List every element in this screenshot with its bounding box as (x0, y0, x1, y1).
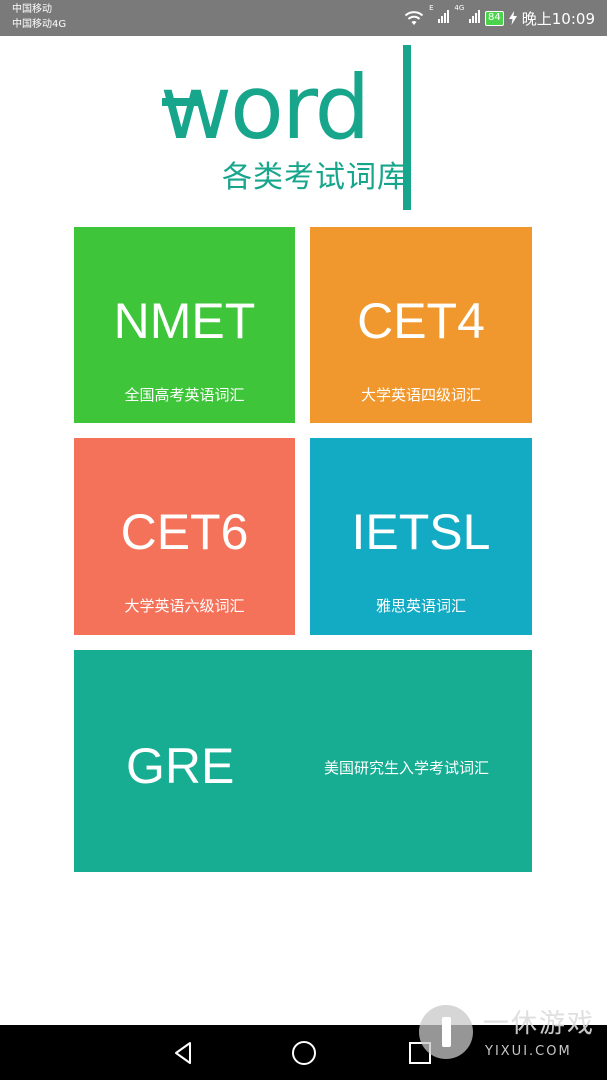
network-type-1: E (429, 4, 434, 12)
signal-2: 4G (454, 4, 481, 27)
home-circle-icon[interactable] (288, 1037, 320, 1069)
tile-subtitle: 美国研究生入学考试词汇 (324, 759, 490, 777)
network-type-2: 4G (454, 4, 465, 12)
tile-title: CET6 (120, 504, 249, 560)
back-triangle-icon[interactable] (168, 1037, 200, 1069)
signal-bars-2-icon (469, 10, 481, 23)
signal-1: E (429, 4, 450, 27)
tile-subtitle: 全国高考英语词汇 (124, 386, 245, 404)
app-logo: word 各类考试词库 (160, 40, 460, 220)
tile-cet4[interactable]: CET4 大学英语四级词汇 (310, 227, 532, 423)
tile-subtitle: 大学英语六级词汇 (124, 597, 245, 615)
watermark: 一休游戏 YIXUI.COM (415, 995, 600, 1075)
status-indicators: E 4G 84 晚上10:09 (404, 4, 595, 28)
battery-indicator: 84 (485, 10, 504, 26)
watermark-logo-icon (419, 1005, 473, 1059)
tile-subtitle: 雅思英语词汇 (375, 597, 466, 615)
status-bar: 中国移动 中国移动4G E 4G 84 晚上10:09 (0, 0, 607, 36)
tile-title: CET4 (357, 293, 485, 349)
charging-bolt-icon (508, 11, 517, 25)
tile-title: IETSL (351, 504, 491, 560)
tile-ietsl[interactable]: IETSL 雅思英语词汇 (310, 438, 532, 635)
tile-subtitle: 大学英语四级词汇 (360, 386, 481, 404)
logo-word: word (160, 56, 370, 159)
tile-title: GRE (126, 738, 235, 794)
wifi-icon (404, 10, 424, 26)
watermark-name: 一休游戏 (483, 1009, 596, 1039)
tile-nmet[interactable]: NMET 全国高考英语词汇 (74, 227, 295, 423)
carrier-secondary: 中国移动4G (12, 19, 67, 30)
tile-title: NMET (113, 293, 256, 349)
carrier-primary: 中国移动 (12, 4, 52, 15)
logo-subtitle: 各类考试词库 (222, 160, 408, 195)
signal-bars-1-icon (438, 10, 450, 23)
tile-gre[interactable]: GRE 美国研究生入学考试词汇 (74, 650, 532, 872)
clock: 晚上10:09 (521, 9, 595, 28)
tile-cet6[interactable]: CET6 大学英语六级词汇 (74, 438, 295, 635)
watermark-domain: YIXUI.COM (485, 1044, 572, 1059)
